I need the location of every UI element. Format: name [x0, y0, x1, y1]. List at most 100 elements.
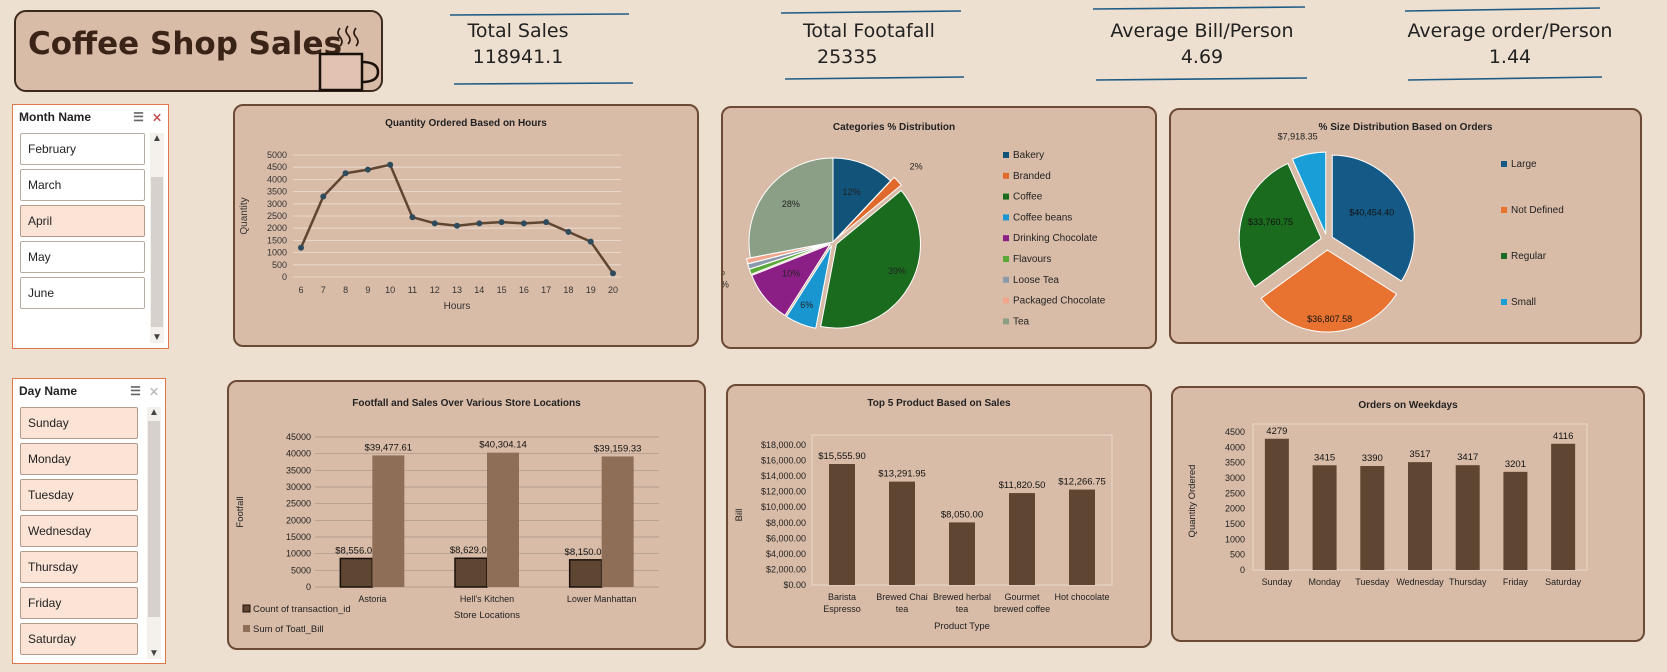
slicer-item-friday[interactable]: Friday: [20, 587, 138, 619]
slicer-item-tuesday[interactable]: Tuesday: [20, 479, 138, 511]
multi-select-icon[interactable]: ☰: [133, 110, 144, 124]
data-point: [565, 228, 572, 235]
slicer-item-thursday[interactable]: Thursday: [20, 551, 138, 583]
hours-chart-panel: Quantity Ordered Based on Hours 0 500 1000…: [233, 104, 699, 347]
data-label: $8,150.00: [565, 547, 607, 558]
day-slicer-scrollbar[interactable]: ▲ ▼: [147, 407, 161, 659]
size-chart-panel: % Size Distribution Based on Orders $40,…: [1169, 108, 1642, 344]
slicer-item-wednesday[interactable]: Wednesday: [20, 515, 138, 547]
scroll-thumb[interactable]: [151, 177, 163, 327]
data-label: $8,556.00: [335, 545, 377, 556]
y-tick-label: 40000: [286, 449, 311, 459]
data-label: $13,291.95: [878, 469, 926, 480]
x-tick-label: 19: [586, 285, 596, 295]
data-point: [454, 222, 460, 229]
x-tick-label: Barista: [828, 592, 856, 602]
y-tick-label: $4,000.00: [766, 549, 806, 559]
x-tick-label: 8: [343, 285, 348, 295]
data-label: $12,266.75: [1058, 477, 1106, 488]
data-point: [387, 161, 394, 168]
y-tick-label: $0.00: [783, 580, 806, 590]
multi-select-icon[interactable]: ☰: [130, 384, 141, 398]
kpi-line: [453, 82, 634, 85]
x-tick-label: Hot chocolate: [1054, 592, 1109, 602]
x-tick-label: Astoria: [358, 594, 386, 604]
legend-label: Loose Tea: [1013, 275, 1059, 286]
x-tick-label: 14: [474, 285, 484, 295]
data-label: 3201: [1505, 459, 1526, 470]
day-slicer[interactable]: Day Name ☰ ⨯ Sunday Monday Tuesday Wedne…: [12, 378, 166, 664]
data-point: [431, 220, 438, 227]
bar: [1264, 438, 1289, 570]
y-tick-label: 3000: [1225, 473, 1245, 483]
slicer-item-may[interactable]: May: [20, 241, 145, 273]
y-tick-label: $16,000.00: [761, 456, 806, 466]
y-tick-label: 2500: [1225, 488, 1245, 498]
kpi-line: [1095, 77, 1308, 81]
y-tick-label: 0: [282, 272, 287, 282]
month-slicer-scrollbar[interactable]: ▲ ▼: [150, 133, 164, 343]
bar: [1503, 471, 1528, 570]
x-tick-label: tea: [956, 604, 969, 614]
slicer-item-saturday[interactable]: Saturday: [20, 623, 138, 655]
bar: [487, 452, 519, 587]
legend-label: Not Defined: [1511, 205, 1564, 216]
x-tick-label: 17: [541, 285, 551, 295]
y-tick-label: 4500: [1225, 427, 1245, 437]
clear-filter-icon[interactable]: ⨯: [149, 384, 159, 398]
y-tick-label: 15000: [286, 532, 311, 542]
x-tick-label: 6: [298, 285, 303, 295]
slice-label: 28%: [782, 199, 800, 209]
data-label: 3417: [1457, 452, 1478, 463]
slicer-item-february[interactable]: February: [20, 133, 145, 165]
kpi-line: [784, 76, 965, 80]
y-tick-label: 2000: [1225, 504, 1245, 514]
legend-swatch: [1501, 207, 1507, 213]
month-slicer[interactable]: Month Name ☰ ⨯ February March April May …: [12, 104, 169, 349]
scroll-thumb[interactable]: [148, 421, 160, 617]
y-axis-label: Quantity: [239, 197, 250, 234]
x-tick-label: 18: [563, 285, 573, 295]
data-label: 4116: [1553, 431, 1573, 442]
scroll-up-icon[interactable]: ▲: [147, 407, 161, 418]
clear-filter-icon[interactable]: ⨯: [152, 110, 162, 124]
slicer-item-march[interactable]: March: [20, 169, 145, 201]
y-tick-label: 5000: [267, 150, 287, 160]
slicer-item-sunday[interactable]: Sunday: [20, 407, 138, 439]
x-tick-label: Tuesday: [1355, 577, 1390, 587]
categories-chart-panel: Categories % Distribution 12%2%39%6%10%1…: [721, 106, 1157, 349]
slicer-item-june[interactable]: June: [20, 277, 145, 309]
slicer-item-april[interactable]: April: [20, 205, 145, 237]
legend-label: Regular: [1511, 251, 1547, 262]
legend-swatch: [1501, 161, 1507, 167]
legend-swatch: [242, 604, 251, 613]
data-point: [498, 219, 505, 226]
y-tick-label: 4000: [1225, 442, 1245, 452]
legend-swatch: [1501, 299, 1507, 305]
slice-label: 12%: [843, 187, 861, 197]
x-tick-label: Brewed Chai: [876, 592, 928, 602]
y-tick-label: 3500: [267, 187, 287, 197]
x-axis-label: Hours: [444, 301, 471, 312]
y-tick-label: 0: [306, 582, 311, 592]
y-tick-label: 3000: [267, 199, 287, 209]
scroll-down-icon[interactable]: ▼: [147, 648, 161, 659]
y-tick-label: $8,000.00: [766, 518, 806, 528]
legend-swatch: [1003, 214, 1009, 221]
kpi-line: [780, 10, 962, 14]
legend-label: Flavours: [1013, 254, 1051, 265]
x-tick-label: Friday: [1503, 577, 1529, 587]
legend-swatch: [1003, 193, 1009, 200]
slicer-header: Day Name ☰ ⨯: [13, 379, 165, 403]
bar: [1455, 465, 1480, 570]
y-tick-label: 25000: [286, 499, 311, 509]
scroll-down-icon[interactable]: ▼: [150, 332, 164, 343]
x-tick-label: Hell's Kitchen: [460, 594, 514, 604]
data-point: [543, 219, 550, 226]
data-label: 4279: [1266, 426, 1287, 437]
categories-pie-chart: 12%2%39%6%10%1%1%1%28%BakeryBrandedCoffe…: [723, 150, 1106, 329]
scroll-up-icon[interactable]: ▲: [150, 133, 164, 144]
bar: [829, 464, 855, 585]
x-tick-label: 10: [385, 285, 395, 295]
slicer-item-monday[interactable]: Monday: [20, 443, 138, 475]
